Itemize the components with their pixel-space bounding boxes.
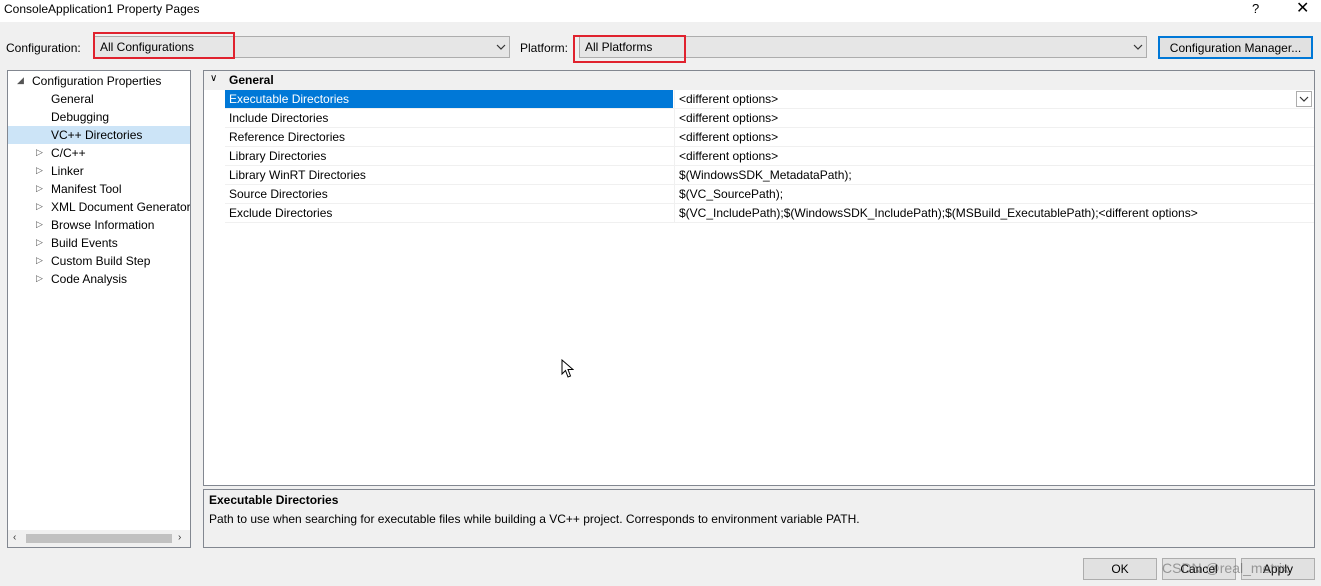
expand-triangle-icon[interactable]: ▷	[36, 183, 43, 194]
property-value[interactable]: <different options>	[674, 128, 782, 146]
category-row-general[interactable]: ∨ General	[204, 71, 1314, 90]
platform-value: All Platforms	[585, 40, 653, 54]
expand-triangle-icon[interactable]: ▷	[36, 237, 43, 248]
window-title: ConsoleApplication1 Property Pages	[4, 2, 200, 16]
property-grid: ∨ General Executable Directories <differe…	[203, 70, 1315, 486]
configuration-manager-button[interactable]: Configuration Manager...	[1158, 36, 1313, 59]
chevron-down-icon	[496, 44, 506, 50]
platform-label: Platform:	[520, 41, 569, 55]
property-value[interactable]: $(WindowsSDK_MetadataPath);	[674, 166, 856, 184]
configuration-value: All Configurations	[100, 40, 195, 54]
tree-item-label: Custom Build Step	[51, 254, 151, 268]
description-panel: Executable Directories Path to use when …	[203, 489, 1315, 548]
tree-item[interactable]: ▷ XML Document Generator	[8, 198, 190, 216]
tree-item[interactable]: ▷ C/C++	[8, 144, 190, 162]
tree-item-label: Code Analysis	[51, 272, 128, 286]
tree-item[interactable]: ◢ Configuration Properties	[8, 72, 190, 90]
property-name[interactable]: Source Directories	[225, 185, 673, 203]
property-value[interactable]: <different options>	[674, 90, 782, 108]
property-row[interactable]: Library WinRT Directories $(WindowsSDK_Me…	[225, 166, 1314, 185]
expand-triangle-icon[interactable]: ▷	[36, 273, 43, 284]
property-row[interactable]: Reference Directories <different options>	[225, 128, 1314, 147]
cancel-button[interactable]: Cancel	[1162, 558, 1236, 580]
property-value[interactable]: $(VC_SourcePath);	[674, 185, 787, 203]
tree-item[interactable]: General	[8, 90, 190, 108]
description-text: Path to use when searching for executabl…	[209, 512, 860, 526]
tree-item[interactable]: ▷ Linker	[8, 162, 190, 180]
configuration-dropdown[interactable]: All Configurations	[94, 36, 510, 58]
property-name[interactable]: Exclude Directories	[225, 204, 673, 222]
tree-item[interactable]: ▷ Manifest Tool	[8, 180, 190, 198]
expand-triangle-icon[interactable]: ▷	[36, 147, 43, 158]
chevron-down-icon	[1133, 44, 1143, 50]
tree-item-label: Configuration Properties	[32, 74, 162, 88]
property-row[interactable]: Library Directories <different options>	[225, 147, 1314, 166]
tree-item-label: Debugging	[51, 110, 110, 124]
ok-button[interactable]: OK	[1083, 558, 1157, 580]
tree-item[interactable]: ▷ Build Events	[8, 234, 190, 252]
property-row[interactable]: Include Directories <different options>	[225, 109, 1314, 128]
property-name[interactable]: Library Directories	[225, 147, 673, 165]
help-icon[interactable]: ?	[1252, 1, 1259, 16]
apply-button[interactable]: Apply	[1241, 558, 1315, 580]
chevron-down-icon	[1299, 96, 1309, 102]
tree-item-label: XML Document Generator	[51, 200, 191, 214]
title-bar: ConsoleApplication1 Property Pages ? ✕	[0, 0, 1321, 22]
close-icon[interactable]: ✕	[1296, 0, 1309, 18]
expand-triangle-icon[interactable]: ▷	[36, 219, 43, 230]
property-name[interactable]: Include Directories	[225, 109, 673, 127]
scroll-left-icon[interactable]: ‹	[13, 532, 16, 543]
tree-item[interactable]: ▷ Custom Build Step	[8, 252, 190, 270]
tree-item-label: Browse Information	[51, 218, 155, 232]
mouse-pointer-icon	[561, 359, 574, 378]
property-value[interactable]: <different options>	[674, 147, 782, 165]
category-title: General	[229, 73, 274, 87]
scrollbar-thumb[interactable]	[26, 534, 172, 543]
expand-triangle-icon[interactable]: ▷	[36, 255, 43, 266]
tree-item[interactable]: ▷ Code Analysis	[8, 270, 190, 288]
value-dropdown-button[interactable]	[1296, 91, 1312, 107]
tree-item[interactable]: Debugging	[8, 108, 190, 126]
expand-triangle-icon[interactable]: ▷	[36, 201, 43, 212]
scroll-right-icon[interactable]: ›	[178, 532, 181, 543]
property-tree[interactable]: ◢ Configuration Properties General Debuggin…	[7, 70, 191, 548]
tree-item-label: Manifest Tool	[51, 182, 122, 196]
tree-item-label: Build Events	[51, 236, 118, 250]
chevron-down-icon[interactable]: ∨	[210, 73, 217, 84]
collapse-triangle-icon[interactable]: ◢	[17, 75, 24, 86]
property-row[interactable]: Source Directories $(VC_SourcePath);	[225, 185, 1314, 204]
property-name[interactable]: Library WinRT Directories	[225, 166, 673, 184]
description-title: Executable Directories	[209, 493, 339, 507]
property-name[interactable]: Executable Directories	[225, 90, 673, 108]
configuration-label: Configuration:	[6, 41, 81, 55]
property-row[interactable]: Executable Directories <different options…	[225, 90, 1314, 109]
platform-dropdown[interactable]: All Platforms	[579, 36, 1147, 58]
tree-item[interactable]: VC++ Directories	[8, 126, 190, 144]
tree-horizontal-scrollbar[interactable]: ‹ ›	[8, 530, 190, 547]
property-value[interactable]: $(VC_IncludePath);$(WindowsSDK_IncludePa…	[674, 204, 1202, 222]
property-name[interactable]: Reference Directories	[225, 128, 673, 146]
tree-item[interactable]: ▷ Browse Information	[8, 216, 190, 234]
tree-item-label: General	[51, 92, 94, 106]
property-value[interactable]: <different options>	[674, 109, 782, 127]
tree-item-label: VC++ Directories	[51, 128, 143, 142]
tree-item-label: Linker	[51, 164, 84, 178]
property-row[interactable]: Exclude Directories $(VC_IncludePath);$(W…	[225, 204, 1314, 223]
tree-item-label: C/C++	[51, 146, 86, 160]
expand-triangle-icon[interactable]: ▷	[36, 165, 43, 176]
